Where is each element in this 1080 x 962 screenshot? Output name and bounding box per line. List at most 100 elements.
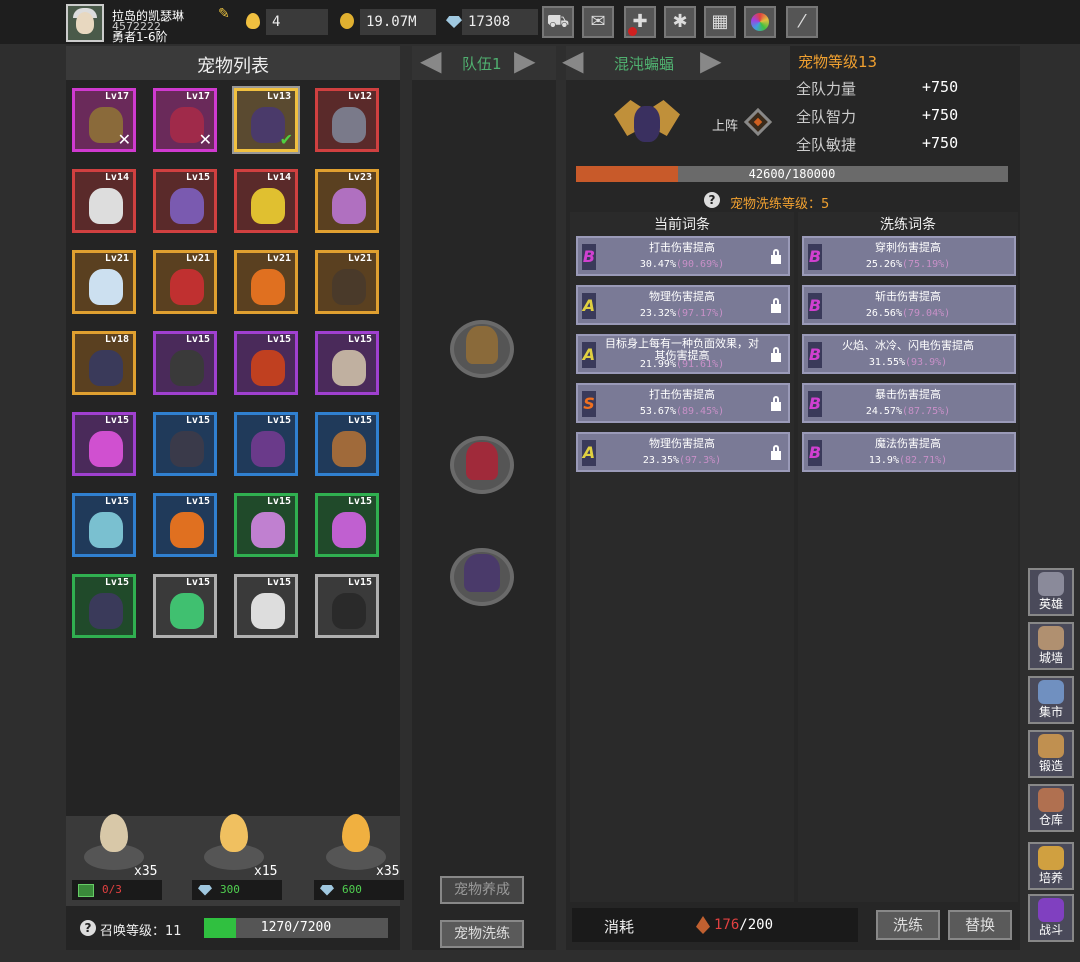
affix-row[interactable]: A 物理伤害提高 23.35%(97.3%) — [576, 432, 790, 472]
replace-button[interactable]: 替换 — [948, 910, 1012, 940]
feather-button[interactable]: ⁄ — [786, 6, 818, 38]
pet-cell[interactable]: Lv15 — [315, 331, 379, 395]
unlock-icon[interactable] — [768, 248, 784, 266]
mail-button[interactable]: ✉ — [582, 6, 614, 38]
pet-cell[interactable]: Lv15 — [153, 412, 217, 476]
team-slot-3[interactable] — [450, 548, 514, 606]
pet-cell[interactable]: Lv17 ✕ — [72, 88, 136, 152]
pet-list-title: 宠物列表 — [197, 56, 269, 77]
affix-value: 23.35%(97.3%) — [642, 455, 722, 466]
cross-icon: ✕ — [198, 130, 212, 149]
pet-cell[interactable]: Lv12 — [315, 88, 379, 152]
pet-cell[interactable]: Lv15 — [315, 493, 379, 557]
affix-value: 23.32%(97.17%) — [639, 308, 725, 319]
pet-raise-button[interactable]: 宠物养成 — [440, 876, 524, 904]
pet-cell[interactable]: Lv15 — [72, 574, 136, 638]
affix-row[interactable]: A 目标身上每有一种负面效果，对其伤害提高 21.99%(91.61%) — [576, 334, 790, 374]
unlock-icon[interactable] — [768, 395, 784, 413]
pet-level-label: Lv15 — [104, 415, 129, 426]
unlock-icon[interactable] — [768, 346, 784, 364]
team-prev-arrow-icon[interactable]: ◀ — [420, 44, 442, 77]
pet-cell[interactable]: Lv18 — [72, 331, 136, 395]
cart-icon: ⛟ — [546, 11, 570, 32]
gear-icon: ✱ — [672, 11, 688, 32]
unlock-icon[interactable] — [768, 444, 784, 462]
team-slot-2[interactable] — [450, 436, 514, 494]
pet-cell[interactable]: Lv14 — [72, 169, 136, 233]
summon-egg[interactable] — [220, 814, 248, 852]
pet-sprite — [89, 512, 123, 548]
affix-row[interactable]: B 魔法伤害提高 13.9%(82.71%) — [802, 432, 1016, 472]
sidebar-button[interactable]: 英雄 — [1028, 568, 1074, 616]
settings-button[interactable]: ✱ — [664, 6, 696, 38]
pet-cell[interactable]: Lv15 — [72, 412, 136, 476]
team-next-arrow-icon[interactable]: ▶ — [514, 44, 536, 77]
pet-cell[interactable]: Lv14 — [234, 169, 298, 233]
refine-help-icon[interactable]: ? — [704, 192, 720, 208]
pet-cell[interactable]: Lv21 — [72, 250, 136, 314]
player-avatar[interactable] — [66, 4, 104, 42]
summon-egg[interactable] — [100, 814, 128, 852]
pet-level: 宠物等级13 — [798, 53, 878, 71]
pet-sprite — [332, 431, 366, 467]
cost-amount: 176/200 — [714, 917, 774, 933]
pet-cell[interactable]: Lv15 — [153, 574, 217, 638]
sidebar-button[interactable]: 集市 — [1028, 676, 1074, 724]
edit-icon[interactable]: ✎ — [218, 6, 230, 22]
pet-cell[interactable]: Lv21 — [234, 250, 298, 314]
player-rank: 勇者1-6阶 — [112, 30, 168, 44]
summon-cost-button[interactable]: 0/3 — [72, 880, 162, 900]
sidebar-icon — [1038, 898, 1064, 922]
pet-cell[interactable]: Lv21 — [315, 250, 379, 314]
gift-button[interactable]: ▦ — [704, 6, 736, 38]
pet-cell[interactable]: Lv15 — [234, 493, 298, 557]
sidebar-button[interactable]: 培养 — [1028, 842, 1074, 890]
pet-cell[interactable]: Lv15 — [315, 412, 379, 476]
video-icon — [78, 883, 94, 897]
affix-row[interactable]: B 打击伤害提高 30.47%(90.69%) — [576, 236, 790, 276]
sidebar-button[interactable]: 仓库 — [1028, 784, 1074, 832]
help-icon[interactable]: ? — [80, 920, 96, 936]
summon-cost-button[interactable]: 600 — [314, 880, 404, 900]
pet-cell[interactable]: Lv15 — [153, 169, 217, 233]
pet-sprite — [332, 269, 366, 305]
pet-refine-tab-button[interactable]: 宠物洗练 — [440, 920, 524, 948]
pet-cell[interactable]: Lv15 — [153, 331, 217, 395]
sidebar-button[interactable]: 锻造 — [1028, 730, 1074, 778]
summon-egg[interactable] — [342, 814, 370, 852]
pet-cell[interactable]: Lv15 — [153, 493, 217, 557]
pet-cell[interactable]: Lv15 — [315, 574, 379, 638]
shop-button[interactable]: ⛟ — [542, 6, 574, 38]
sidebar-button[interactable]: 战斗 — [1028, 894, 1074, 942]
pet-next-arrow-icon[interactable]: ▶ — [700, 44, 722, 77]
pet-level-label: Lv15 — [185, 577, 210, 588]
sidebar-label: 战斗 — [1038, 923, 1063, 937]
affix-row[interactable]: B 斩击伤害提高 26.56%(79.04%) — [802, 285, 1016, 325]
team-slot-1[interactable] — [450, 320, 514, 378]
affix-grade: B — [808, 440, 822, 466]
summon-cost-button[interactable]: 300 — [192, 880, 282, 900]
refine-button[interactable]: 洗练 — [876, 910, 940, 940]
pet-cell[interactable]: Lv15 — [234, 412, 298, 476]
sidebar-button[interactable]: 城墙 — [1028, 622, 1074, 670]
affix-row[interactable]: S 打击伤害提高 53.67%(89.45%) — [576, 383, 790, 423]
affix-grade: A — [582, 293, 596, 319]
affix-row[interactable]: B 火焰、冰冷、闪电伤害提高 31.55%(93.9%) — [802, 334, 1016, 374]
game-button[interactable]: ✚ — [624, 6, 656, 38]
pet-cell[interactable]: Lv13 ✔ — [234, 88, 298, 152]
affix-grade: S — [582, 391, 596, 417]
pet-cell[interactable]: Lv15 — [234, 331, 298, 395]
affix-row[interactable]: B 暴击伤害提高 24.57%(87.75%) — [802, 383, 1016, 423]
color-button[interactable] — [744, 6, 776, 38]
unlock-icon[interactable] — [768, 297, 784, 315]
pet-prev-arrow-icon[interactable]: ◀ — [562, 44, 584, 77]
pet-cell[interactable]: Lv15 — [72, 493, 136, 557]
affix-row[interactable]: B 穿刺伤害提高 25.26%(75.19%) — [802, 236, 1016, 276]
egg-count-label: x35 — [134, 864, 158, 879]
current-affix-list: B 打击伤害提高 30.47%(90.69%) A 物理伤害提高 23.32%(97.17… — [576, 236, 790, 486]
pet-cell[interactable]: Lv23 — [315, 169, 379, 233]
pet-cell[interactable]: Lv17 ✕ — [153, 88, 217, 152]
pet-cell[interactable]: Lv15 — [234, 574, 298, 638]
pet-cell[interactable]: Lv21 — [153, 250, 217, 314]
affix-row[interactable]: A 物理伤害提高 23.32%(97.17%) — [576, 285, 790, 325]
